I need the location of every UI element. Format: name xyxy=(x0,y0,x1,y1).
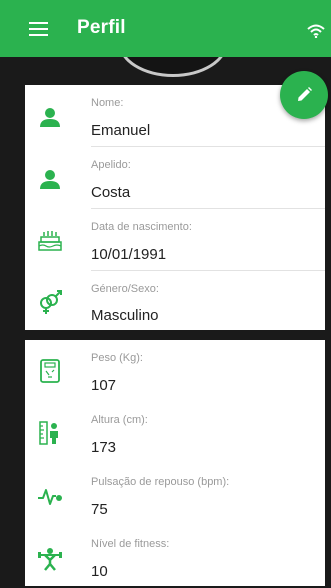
pulse-label: Pulsação de repouso (bpm): xyxy=(91,476,230,488)
pulse-row[interactable]: Pulsação de repouso (bpm): 75 xyxy=(25,464,325,526)
height-icon xyxy=(39,421,58,445)
name-value: Emanuel xyxy=(91,122,151,139)
gender-icon xyxy=(40,290,62,314)
heart-rate-icon xyxy=(38,489,62,505)
scale-icon xyxy=(40,359,60,383)
birthdate-value: 10/01/1991 xyxy=(91,246,167,263)
fitness-level-label: Nível de fitness: xyxy=(91,538,170,550)
wifi-icon xyxy=(307,24,325,38)
person-icon xyxy=(40,170,60,189)
weight-row[interactable]: Peso (Kg): 107 xyxy=(25,340,325,402)
edit-pencil-icon xyxy=(298,87,312,101)
weightlifter-icon xyxy=(38,548,62,571)
gender-value: Masculino xyxy=(91,307,159,324)
surname-row[interactable]: Apelido: Costa xyxy=(25,147,325,209)
name-label: Nome: xyxy=(91,97,124,109)
weight-value: 107 xyxy=(91,377,117,394)
gender-label: Género/Sexo: xyxy=(91,283,159,295)
surname-value: Costa xyxy=(91,184,131,201)
height-value: 173 xyxy=(91,439,117,456)
birthdate-row[interactable]: Data de nascimento: 10/01/1991 xyxy=(25,209,325,271)
avatar-area xyxy=(0,57,331,85)
personal-info-card: Nome: Emanuel Apelido: Costa Data de nas… xyxy=(25,85,325,330)
edit-button[interactable] xyxy=(280,71,328,119)
gender-row[interactable]: Género/Sexo: Masculino xyxy=(25,271,325,333)
surname-label: Apelido: xyxy=(91,159,131,171)
pulse-value: 75 xyxy=(91,501,108,518)
app-bar: Perfil xyxy=(0,0,331,57)
menu-icon[interactable] xyxy=(29,22,48,36)
weight-label: Peso (Kg): xyxy=(91,352,143,364)
fitness-level-row[interactable]: Nível de fitness: 10 xyxy=(25,526,325,588)
height-row[interactable]: Altura (cm): 173 xyxy=(25,402,325,464)
height-label: Altura (cm): xyxy=(91,414,148,426)
birthday-cake-icon xyxy=(38,231,62,251)
fitness-info-card: Peso (Kg): 107 Altura (cm): 173 Pulsação… xyxy=(25,340,325,586)
avatar[interactable] xyxy=(118,57,228,77)
fitness-level-value: 10 xyxy=(91,563,108,580)
page-title: Perfil xyxy=(77,17,126,38)
person-icon xyxy=(40,108,60,127)
birthdate-label: Data de nascimento: xyxy=(91,221,192,233)
